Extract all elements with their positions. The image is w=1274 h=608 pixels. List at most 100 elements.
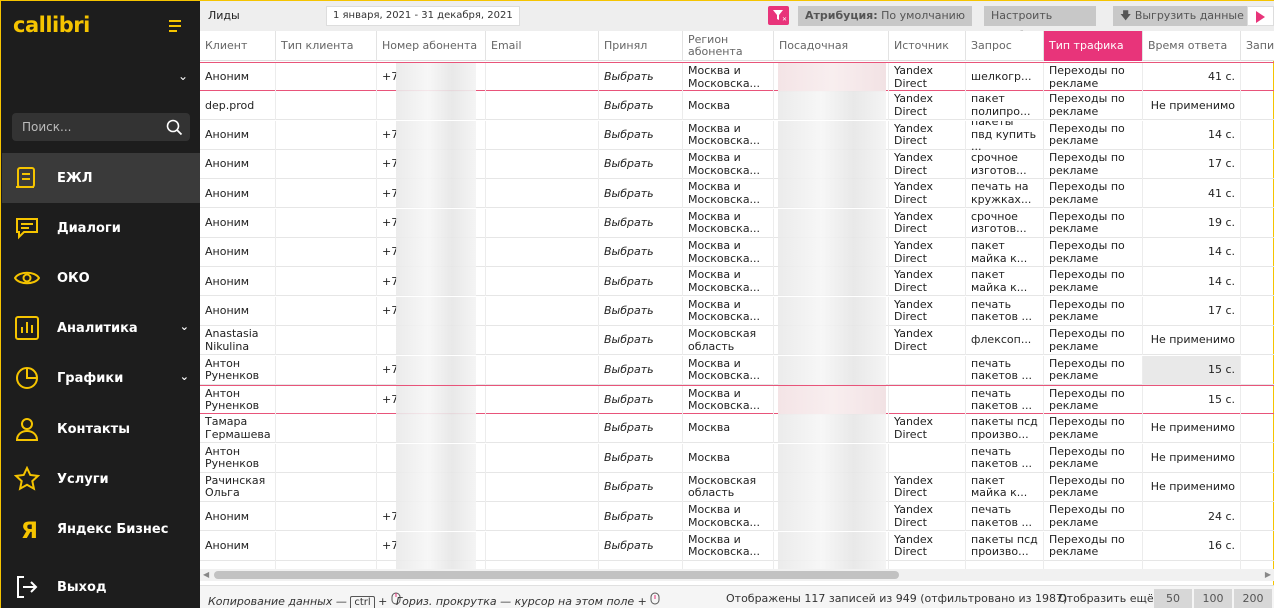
accept-select[interactable]: Выбрать: [599, 385, 683, 415]
configure-columns-button[interactable]: Настроить столбцы: [984, 6, 1096, 42]
table-cell: Москва и Московска...: [683, 296, 774, 326]
table-cell: печать пакетов ...: [966, 502, 1044, 532]
accept-select[interactable]: Выбрать: [599, 355, 683, 385]
accept-select[interactable]: Выбрать: [599, 208, 683, 238]
leads-table: Клиент Тип клиента Номер абонента Email Прин…: [200, 31, 1274, 569]
sidebar-item-journal[interactable]: ЕЖЛ: [2, 153, 201, 203]
sidebar-item-eye[interactable]: ОКО: [2, 253, 201, 303]
table-cell: Москва и Московска...: [683, 531, 774, 561]
sidebar-item-bar-chart[interactable]: Аналитика ⌄: [2, 303, 201, 353]
filter-reset-button[interactable]: ✕: [768, 6, 789, 25]
table-row[interactable]: Аноним +7 Выбрать Москва и Московска... Yand…: [200, 120, 1274, 150]
table-row[interactable]: Аноним +7 Выбрать Москва и Московска... Yand…: [200, 62, 1274, 92]
table-row[interactable]: Рачинская Ольга Выбрать Московская область…: [200, 472, 1274, 502]
scroll-right-icon[interactable]: ▶: [1265, 570, 1271, 579]
accept-select[interactable]: Выбрать: [599, 150, 683, 180]
accept-select[interactable]: Выбрать: [599, 443, 683, 473]
table-row[interactable]: Антон Руненков +7 Выбрать Москва и Московск…: [200, 384, 1274, 415]
accept-select[interactable]: Выбрать: [599, 472, 683, 502]
table-row[interactable]: Антон Руненков +7 Выбрать Москва и Московск…: [200, 355, 1274, 385]
table-row[interactable]: Аноним +7 Выбрать Москва и Московска... Yand…: [200, 267, 1274, 297]
chevron-down-icon[interactable]: ⌄: [180, 370, 189, 383]
export-button[interactable]: 🡇 Выгрузить данные: [1113, 6, 1251, 26]
redacted-phone: [396, 267, 476, 297]
menu-icon[interactable]: [169, 20, 181, 35]
table-cell: [1241, 179, 1274, 208]
table-cell: 14 с.: [1143, 238, 1241, 268]
callibri-logo[interactable]: callibri: [13, 13, 90, 37]
column-header[interactable]: Клиент: [200, 31, 276, 61]
sidebar-item-person[interactable]: Контакты: [2, 404, 201, 454]
column-header[interactable]: Запрос: [966, 31, 1044, 61]
table-cell: [1241, 386, 1274, 415]
table-cell: [486, 326, 599, 356]
table-row[interactable]: dep.prod Выбрать Москва Yandex Direct пакет …: [200, 91, 1274, 121]
redacted-landing: [778, 91, 886, 121]
chevron-down-icon[interactable]: ⌄: [180, 320, 189, 333]
column-header[interactable]: Принял: [599, 31, 683, 61]
horizontal-scrollbar[interactable]: ◀ ▶: [200, 569, 1274, 581]
accept-select[interactable]: [599, 560, 683, 569]
sidebar-item-label: Услуги: [57, 471, 109, 487]
play-button[interactable]: [1247, 6, 1274, 26]
table-row[interactable]: Anastasia Nikulina Выбрать Московская обла…: [200, 326, 1274, 356]
sidebar-item-pie-chart[interactable]: Графики ⌄: [2, 353, 201, 403]
sidebar-item-chat[interactable]: Диалоги: [2, 203, 201, 253]
table-row[interactable]: Аноним +7 Выбрать Москва и Московска... Yand…: [200, 296, 1274, 326]
column-header[interactable]: Источник: [889, 31, 966, 61]
accept-select[interactable]: Выбрать: [599, 267, 683, 297]
show-200-button[interactable]: 200: [1234, 589, 1272, 608]
column-header[interactable]: Тип клиента: [276, 31, 377, 61]
accept-select[interactable]: Выбрать: [599, 238, 683, 268]
table-cell: Не применимо: [1143, 326, 1241, 356]
accept-select[interactable]: Выбрать: [599, 179, 683, 209]
accept-select[interactable]: Выбрать: [599, 296, 683, 326]
sidebar-item-star[interactable]: Услуги: [2, 454, 201, 504]
table-row[interactable]: Тамара Гермашева Выбрать Москва Yandex Dire…: [200, 414, 1274, 444]
scrollbar-thumb[interactable]: [214, 571, 899, 579]
show-50-button[interactable]: 50: [1154, 589, 1192, 608]
column-header[interactable]: Email: [486, 31, 599, 61]
search-input[interactable]: [12, 113, 162, 141]
table-cell: [486, 385, 599, 415]
accept-select[interactable]: Выбрать: [599, 91, 683, 121]
table-row[interactable]: Антон Руненков Выбрать Москва печать пакето…: [200, 443, 1274, 473]
accept-select[interactable]: Выбрать: [599, 531, 683, 561]
column-header[interactable]: Номер абонента: [377, 31, 486, 61]
table-cell: Не применимо: [1143, 414, 1241, 444]
table-row[interactable]: Аноним +7 Выбрать Москва и Московска... Yand…: [200, 179, 1274, 209]
column-header[interactable]: Посадочная: [774, 31, 889, 61]
table-cell: Yandex Direct: [889, 296, 966, 326]
scroll-left-icon[interactable]: ◀: [203, 570, 209, 579]
accept-select[interactable]: Выбрать: [599, 326, 683, 356]
show-100-button[interactable]: 100: [1194, 589, 1232, 608]
column-header[interactable]: Тип трафика: [1044, 31, 1143, 61]
plus-sign: +: [378, 595, 388, 608]
column-header[interactable]: Регион абонента: [683, 31, 774, 61]
table-row[interactable]: Аноним +7 Выбрать Москва и Московска... Yand…: [200, 502, 1274, 532]
table-row[interactable]: Аноним +7 Выбрать Москва и Московска... Yand…: [200, 531, 1274, 561]
table-row[interactable]: Москва и печать наПереходы по: [200, 560, 1274, 569]
chevron-down-icon[interactable]: ⌄: [178, 69, 188, 83]
table-row[interactable]: Аноним +7 Выбрать Москва и Московска... Yand…: [200, 150, 1274, 180]
table-cell: [486, 91, 599, 121]
table-row[interactable]: Аноним +7 Выбрать Москва и Московска... Yand…: [200, 238, 1274, 268]
accept-select[interactable]: Выбрать: [599, 63, 683, 92]
table-cell: [276, 150, 377, 180]
table-cell: Переходы по рекламе: [1044, 150, 1143, 180]
table-cell: [276, 120, 377, 150]
date-range-picker[interactable]: 1 января, 2021 - 31 декабря, 2021: [326, 6, 520, 26]
sidebar-item-yandex[interactable]: Я Яндекс Бизнес: [2, 504, 201, 554]
column-header[interactable]: Время ответа: [1143, 31, 1241, 61]
accept-select[interactable]: Выбрать: [599, 120, 683, 150]
accept-select[interactable]: Выбрать: [599, 414, 683, 444]
attribution-button[interactable]: Атрибуция: По умолчанию: [798, 6, 973, 26]
accept-select[interactable]: Выбрать: [599, 502, 683, 532]
sidebar-item-logout[interactable]: Выход: [2, 562, 201, 608]
column-header[interactable]: Запи: [1241, 31, 1274, 61]
table-row[interactable]: Аноним +7 Выбрать Москва и Московска... Yand…: [200, 208, 1274, 238]
table-cell: шелкогр...: [966, 63, 1044, 92]
table-cell: [276, 472, 377, 502]
table-cell: [276, 443, 377, 473]
search-icon[interactable]: [166, 119, 183, 139]
